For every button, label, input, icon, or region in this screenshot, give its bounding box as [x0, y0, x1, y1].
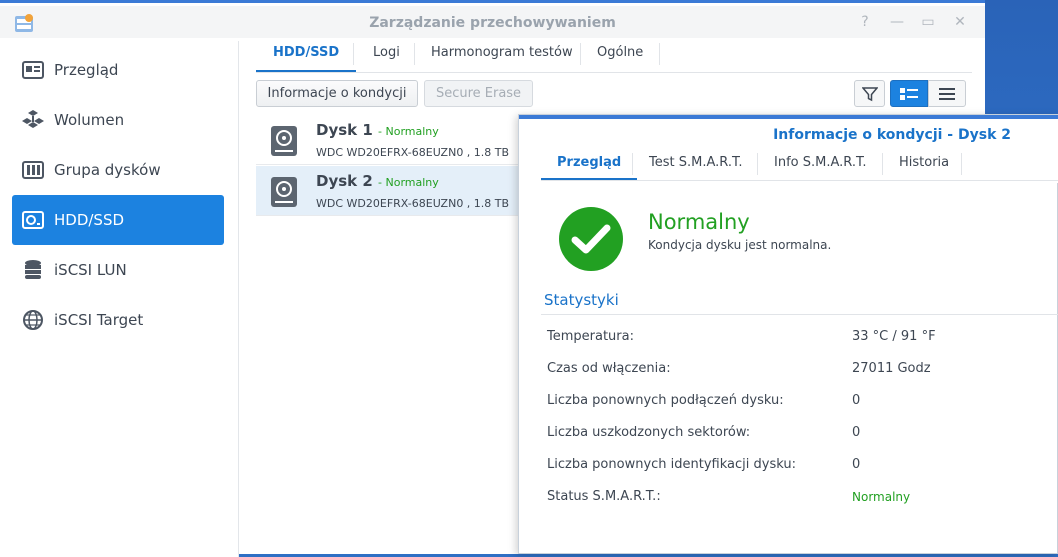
sidebar: Przegląd Wolumen Grupa dysków HDD/SSD iS… [0, 41, 238, 557]
overview-icon [20, 57, 46, 83]
status-title: Normalny [648, 210, 750, 234]
main-tabs: HDD/SSD Logi Harmonogram testów Ogólne [256, 41, 972, 73]
smart-status-value: Normalny [852, 490, 911, 504]
filter-icon [861, 86, 878, 101]
filter-button[interactable] [854, 80, 885, 107]
tab-separator [882, 153, 883, 175]
sidebar-divider [238, 41, 239, 557]
list-detail-icon [900, 87, 918, 100]
stats-heading: Statystyki [544, 291, 619, 309]
secure-erase-button[interactable]: Secure Erase [424, 80, 533, 107]
close-button[interactable]: ✕ [952, 14, 968, 30]
tab-separator [961, 153, 962, 175]
stat-value: 0 [852, 457, 861, 472]
tab-separator [353, 43, 354, 65]
health-info-window: Informacje o kondycji - Dysk 2 Przegląd … [518, 114, 1058, 554]
disk-row-2[interactable]: Dysk 2 - Normalny WDC WD20EFRX-68EUZN0 ,… [256, 166, 536, 216]
sidebar-item-iscsi-target[interactable]: iSCSI Target [12, 295, 224, 345]
disk-name: Dysk 1 - Normalny [316, 121, 439, 139]
title-bar: Zarządzanie przechowywaniem ? — ▭ ✕ [0, 6, 985, 38]
tab-overview[interactable]: Przegląd [541, 151, 638, 180]
tab-separator [580, 43, 581, 65]
tab-test-schedule[interactable]: Harmonogram testów [431, 41, 573, 72]
disk-status: - Normalny [378, 125, 439, 138]
sidebar-item-hdd-ssd[interactable]: HDD/SSD [12, 195, 224, 245]
list-view-button[interactable] [928, 80, 966, 107]
sidebar-item-label: iSCSI Target [54, 311, 144, 329]
minimize-button[interactable]: — [889, 14, 905, 30]
hdd-icon [271, 177, 297, 207]
health-info-button[interactable]: Informacje o kondycji [256, 80, 418, 107]
sidebar-item-volume[interactable]: Wolumen [12, 95, 224, 145]
tab-separator [659, 43, 660, 65]
stat-label: Liczba uszkodzonych sektorów: [547, 425, 751, 440]
volume-icon [20, 107, 46, 133]
globe-icon [20, 307, 46, 333]
stat-label: Liczba ponownych podłączeń dysku: [547, 393, 784, 408]
database-icon [20, 257, 46, 283]
disk-group-icon [20, 157, 46, 183]
hdd-icon [20, 207, 46, 233]
help-button[interactable]: ? [857, 14, 873, 30]
status-description: Kondycja dysku jest normalna. [648, 238, 832, 252]
tab-history[interactable]: Historia [899, 151, 949, 180]
detail-tabs: Przegląd Test S.M.A.R.T. Info S.M.A.R.T.… [541, 151, 1058, 181]
sidebar-item-disk-group[interactable]: Grupa dysków [12, 145, 224, 195]
status-ok-icon [559, 207, 623, 271]
sidebar-item-overview[interactable]: Przegląd [12, 45, 224, 95]
stat-label: Temperatura: [547, 329, 634, 344]
tab-separator [414, 43, 415, 65]
sidebar-item-label: Wolumen [54, 111, 125, 129]
sidebar-item-label: Przegląd [54, 61, 119, 79]
tab-logs[interactable]: Logi [373, 41, 400, 72]
tab-smart-info[interactable]: Info S.M.A.R.T. [774, 151, 867, 180]
sidebar-item-label: iSCSI LUN [54, 261, 127, 279]
disk-name: Dysk 2 - Normalny [316, 172, 439, 190]
detail-view-button[interactable] [890, 80, 928, 107]
list-icon [939, 87, 955, 100]
hdd-icon [271, 126, 297, 156]
disk-model: WDC WD20EFRX-68EUZN0 , 1.8 TB [316, 197, 510, 210]
disk-model: WDC WD20EFRX-68EUZN0 , 1.8 TB [316, 146, 510, 159]
tab-general[interactable]: Ogólne [597, 41, 643, 72]
sidebar-item-label: HDD/SSD [54, 211, 125, 229]
stats-divider [541, 314, 1058, 315]
sidebar-item-iscsi-lun[interactable]: iSCSI LUN [12, 245, 224, 295]
stat-value: 33 °C / 91 °F [852, 329, 936, 344]
disk-status: - Normalny [378, 176, 439, 189]
maximize-button[interactable]: ▭ [920, 14, 936, 30]
tab-hdd-ssd[interactable]: HDD/SSD [256, 41, 357, 72]
sidebar-item-label: Grupa dysków [54, 161, 161, 179]
tab-smart-test[interactable]: Test S.M.A.R.T. [649, 151, 743, 180]
stat-label: Czas od włączenia: [547, 361, 671, 376]
stat-label: Liczba ponownych identyfikacji dysku: [547, 457, 796, 472]
stat-value: 27011 Godz [852, 361, 931, 376]
tab-separator [757, 153, 758, 175]
disk-row-1[interactable]: Dysk 1 - Normalny WDC WD20EFRX-68EUZN0 ,… [256, 115, 536, 165]
stat-label: Status S.M.A.R.T.: [547, 489, 661, 504]
tab-separator [632, 153, 633, 175]
stat-value: 0 [852, 393, 861, 408]
detail-title: Informacje o kondycji - Dysk 2 [773, 127, 1011, 143]
stat-value: 0 [852, 425, 861, 440]
window-title: Zarządzanie przechowywaniem [369, 15, 616, 31]
